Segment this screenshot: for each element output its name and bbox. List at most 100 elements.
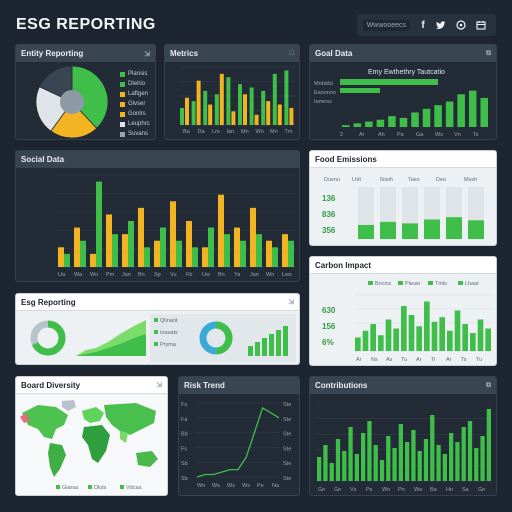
bar: [358, 224, 374, 239]
bar: [446, 217, 462, 239]
value-label: 356: [322, 226, 336, 235]
bar: [405, 442, 410, 481]
bar: [185, 97, 189, 125]
tick-label: Wa: [414, 487, 423, 493]
tick-label: Jan: [250, 272, 259, 278]
legend-swatch: [120, 71, 125, 77]
y-tick-label: Sb: [181, 461, 188, 467]
y-tick-label: Bb: [181, 432, 188, 438]
legend-swatch: [458, 281, 463, 285]
bar: [386, 436, 391, 481]
column-header: Taes: [408, 177, 420, 183]
tick-label: Ua: [58, 272, 66, 278]
bar: [477, 319, 484, 351]
legend-label: Tmls: [435, 281, 447, 287]
dribbble-icon[interactable]: [456, 20, 470, 30]
copy-icon[interactable]: ⧉: [486, 50, 491, 58]
y-tick-label: Ste: [283, 476, 291, 482]
bar: [342, 451, 347, 481]
twitter-icon[interactable]: [436, 20, 450, 30]
tick-label: Da: [198, 129, 206, 135]
bar: [254, 114, 259, 125]
social-chip[interactable]: Wwwooeecs: [362, 19, 410, 31]
bar: [342, 125, 350, 127]
bar: [243, 94, 247, 125]
legend-label: Ioseats: [160, 330, 178, 336]
bar: [284, 70, 289, 125]
tick-label: Ar: [356, 357, 362, 363]
entity-legend: Plansis Dlelrio Laftgen Glvser Gonlrs Leuphrc…: [120, 69, 150, 139]
bar: [208, 104, 213, 125]
bar: [214, 94, 219, 125]
bar: [106, 214, 112, 267]
bar: [457, 94, 465, 127]
bar: [399, 117, 408, 127]
expand-icon[interactable]: ⇲: [144, 50, 150, 58]
bar: [348, 427, 353, 481]
tick-label: Uw: [202, 272, 210, 278]
goal-subtitle: Emy Ewthethry Tautcatio: [368, 69, 445, 76]
esg-reporting-visuals: Qlinant Ioseats Pryma: [30, 314, 296, 362]
bar: [192, 247, 198, 267]
tick-label: Gn: [478, 487, 485, 493]
y-tick-label: Sb: [181, 476, 188, 482]
facebook-icon[interactable]: f: [416, 20, 430, 31]
bar: [226, 77, 231, 125]
legend-label: Suvans: [128, 131, 149, 137]
tick-label: Mn: [270, 129, 278, 135]
bar: [170, 201, 176, 267]
column-header: Mssh: [464, 177, 477, 183]
tick-label: Na: [272, 483, 280, 489]
bar: [269, 334, 274, 356]
bar: [282, 234, 288, 267]
bar: [430, 415, 435, 481]
bar: [249, 87, 254, 125]
tick-label: Vs: [350, 487, 357, 493]
contributions-panel: Contributions ⧉ Gn Gn Vs Ps Wn Pn Wa Ba Hn Sa Gn: [309, 376, 497, 496]
legend-swatch: [88, 485, 92, 489]
bar: [224, 234, 230, 267]
bar: [436, 445, 441, 481]
bar: [74, 227, 80, 267]
bar: [266, 101, 271, 125]
y-tick-label: Ste: [283, 417, 291, 423]
bar: [454, 310, 461, 351]
panel-title: Esg Reporting: [21, 297, 76, 307]
bar: [112, 234, 118, 267]
tick-label: Hn: [446, 487, 453, 493]
tick-label: Fb: [186, 272, 192, 278]
expand-icon[interactable]: ⇲: [288, 298, 294, 306]
tick-label: Pm: [106, 272, 115, 278]
panel-title: Contributions: [315, 381, 368, 390]
social-data-panel: Social Data Ua Wa Wo Pm Jan Bn Sp Vu Fb Uw Bn Ya Jan…: [15, 150, 300, 282]
tick-label: Sp: [154, 272, 161, 278]
bar: [398, 424, 403, 481]
tick-label: Pa: [397, 132, 405, 138]
bar: [402, 223, 418, 239]
tick-label: As: [386, 357, 393, 363]
top-bar: ESG REPORTING Wwwooeecs f: [16, 12, 496, 38]
tick-label: Trn: [285, 129, 293, 135]
panel-title: Entity Reporting: [21, 49, 84, 58]
legend-swatch: [154, 318, 158, 322]
bar: [385, 319, 392, 351]
expand-icon[interactable]: ⇲: [156, 381, 162, 389]
legend-label: Lhaar: [465, 281, 479, 287]
trend-line: [196, 406, 280, 478]
bar: [445, 101, 454, 127]
y-tick-label: Ste: [283, 446, 291, 452]
legend-label: Dlelrio: [128, 81, 146, 87]
tick-label: Lws: [282, 272, 292, 278]
bar: [486, 409, 491, 481]
calendar-icon[interactable]: [476, 20, 490, 30]
copy-icon[interactable]: ⧉: [486, 382, 491, 390]
bar: [362, 330, 369, 351]
window-icon[interactable]: □: [290, 50, 294, 57]
panel-title: Carbon Impact: [315, 260, 372, 270]
tick-label: Ns: [371, 357, 378, 363]
pie-slices: [35, 65, 109, 139]
bar: [248, 346, 253, 356]
tick-label: Wn: [266, 272, 274, 278]
bar: [361, 433, 366, 481]
bar: [392, 448, 397, 481]
